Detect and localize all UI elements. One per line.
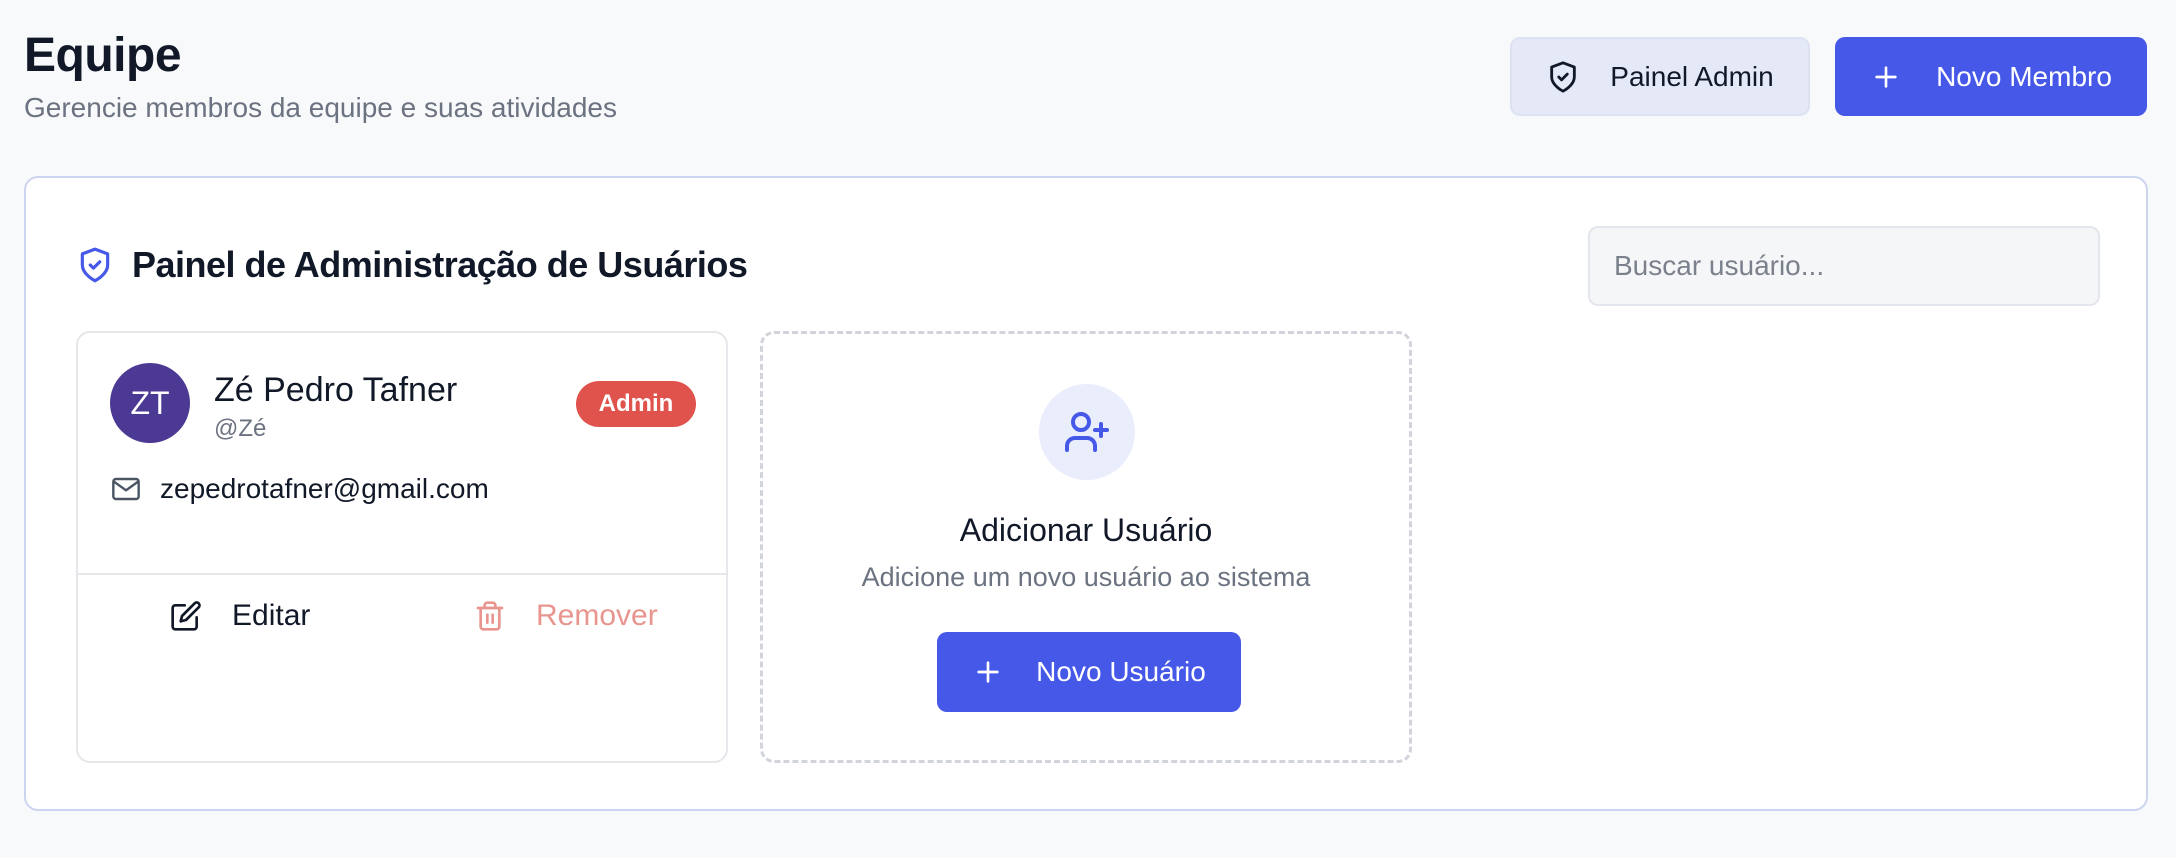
user-email: zepedrotafner@gmail.com xyxy=(160,473,489,504)
add-user-icon-circle xyxy=(1039,384,1135,480)
shield-check-icon xyxy=(1550,60,1577,93)
page-title: Equipe xyxy=(24,29,182,82)
plus-icon xyxy=(977,661,999,683)
page-subtitle: Gerencie membros da equipe e suas ativid… xyxy=(24,92,618,123)
remove-user-button[interactable]: Remover xyxy=(474,599,658,633)
add-user-title: Adicionar Usuário xyxy=(959,512,1213,548)
role-badge: Admin xyxy=(576,381,696,427)
new-member-button[interactable]: Novo Membro xyxy=(1835,37,2147,116)
user-handle: @Zé xyxy=(214,415,267,442)
edit-icon xyxy=(171,601,201,631)
search-user-input[interactable] xyxy=(1588,226,2100,306)
new-user-button[interactable]: Novo Usuário xyxy=(937,632,1241,712)
card-divider xyxy=(78,573,726,575)
add-user-description: Adicione um novo usuário ao sistema xyxy=(861,562,1311,592)
email-row: zepedrotafner@gmail.com xyxy=(110,473,489,505)
user-name: Zé Pedro Tafner xyxy=(214,371,458,409)
new-member-button-label: Novo Membro xyxy=(1936,60,2112,92)
admin-panel-button[interactable]: Painel Admin xyxy=(1510,37,1810,116)
avatar: ZT xyxy=(110,363,190,443)
user-card: ZT Zé Pedro Tafner @Zé Admin zepedrotafn… xyxy=(76,331,728,763)
mail-icon xyxy=(112,477,140,501)
user-plus-icon xyxy=(1065,412,1109,452)
add-user-card[interactable]: Adicionar Usuário Adicione um novo usuár… xyxy=(760,331,1412,763)
plus-icon xyxy=(1875,65,1897,88)
team-page: Equipe Gerencie membros da equipe e suas… xyxy=(0,0,2176,858)
trash-icon xyxy=(476,601,504,631)
new-user-button-label: Novo Usuário xyxy=(1036,656,1206,687)
panel-heading-text: Painel de Administração de Usuários xyxy=(132,244,748,285)
shield-check-icon xyxy=(80,247,110,283)
remove-user-label: Remover xyxy=(536,599,658,632)
edit-user-button[interactable]: Editar xyxy=(170,599,310,633)
admin-panel-button-label: Painel Admin xyxy=(1610,60,1774,92)
user-admin-panel: Painel de Administração de Usuários ZT Z… xyxy=(24,176,2148,811)
panel-heading: Painel de Administração de Usuários xyxy=(76,244,748,286)
edit-user-label: Editar xyxy=(232,599,311,632)
